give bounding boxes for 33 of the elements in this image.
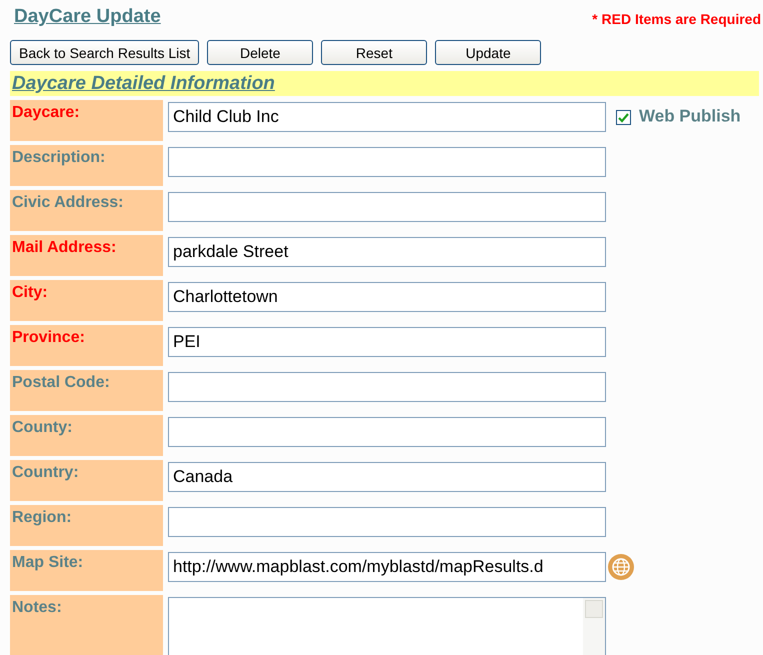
action-button[interactable]: Reset	[321, 40, 428, 65]
action-button[interactable]: Back to Search Results List	[10, 40, 200, 65]
text-field[interactable]: parkdale Street	[168, 237, 606, 267]
text-field[interactable]: Charlottetown	[168, 282, 606, 312]
text-field[interactable]: Child Club Inc	[168, 102, 606, 132]
field-label: City:	[10, 280, 163, 321]
field-label: Daycare:	[10, 100, 163, 141]
globe-icon[interactable]	[607, 553, 635, 581]
text-field[interactable]: Canada	[168, 462, 606, 492]
text-field[interactable]	[168, 372, 606, 402]
checkbox-label: Web Publish	[639, 106, 741, 126]
field-label: Country:	[10, 460, 163, 501]
text-field[interactable]	[168, 417, 606, 447]
field-label: Postal Code:	[10, 370, 163, 411]
field-label: Province:	[10, 325, 163, 366]
required-note: * RED Items are Required	[592, 11, 761, 27]
checkbox[interactable]	[616, 110, 631, 124]
field-label: County:	[10, 415, 163, 456]
text-field[interactable]	[168, 192, 606, 222]
field-label: Map Site:	[10, 550, 163, 591]
section-header: Daycare Detailed Information	[10, 71, 759, 96]
field-label: Notes:	[10, 595, 163, 655]
field-label: Civic Address:	[10, 190, 163, 231]
text-field[interactable]	[168, 507, 606, 537]
action-button[interactable]: Delete	[207, 40, 314, 65]
field-label: Description:	[10, 145, 163, 186]
field-label: Region:	[10, 505, 163, 546]
text-field[interactable]: PEI	[168, 327, 606, 357]
field-label: Mail Address:	[10, 235, 163, 276]
text-field[interactable]	[168, 147, 606, 177]
url-field[interactable]: http://www.mapblast.com/myblastd/mapResults.d	[168, 552, 606, 582]
page-title: DayCare Update	[14, 6, 161, 28]
action-button[interactable]: Update	[435, 40, 542, 65]
